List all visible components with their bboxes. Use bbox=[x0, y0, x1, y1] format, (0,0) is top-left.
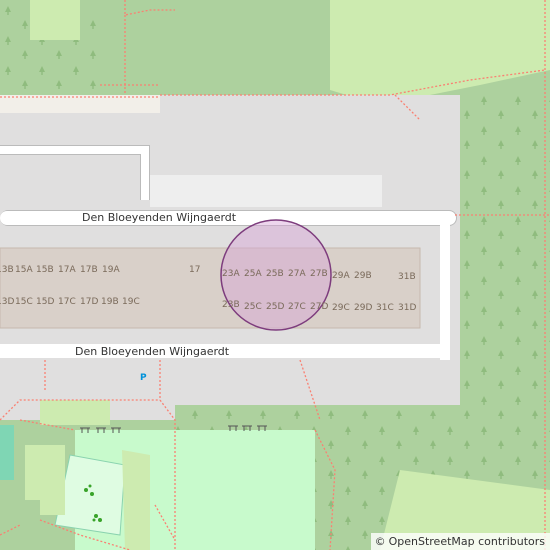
road-label-top: Den Bloeyenden Wijngaerdt bbox=[82, 211, 237, 224]
house-number: 15B bbox=[36, 265, 54, 275]
house-number: 13D bbox=[0, 297, 15, 307]
map-view[interactable]: Den Bloeyenden Wijngaerdt Den Bloeyenden… bbox=[0, 0, 550, 550]
copyright-symbol: © bbox=[374, 535, 386, 548]
house-number: 17C bbox=[58, 297, 76, 307]
parking-icon: P bbox=[140, 373, 147, 383]
house-number: 17B bbox=[80, 265, 98, 275]
residential-area-2 bbox=[0, 95, 160, 113]
grass-area-northwest bbox=[30, 0, 80, 40]
house-number: 15A bbox=[15, 265, 33, 275]
attribution-link[interactable]: OpenStreetMap contributors bbox=[389, 533, 545, 550]
house-number: 25A bbox=[244, 269, 262, 279]
house-number: 17A bbox=[58, 265, 76, 275]
house-number: 15C bbox=[15, 297, 33, 307]
house-number: 23A bbox=[222, 269, 240, 279]
house-number: 31C bbox=[376, 303, 394, 313]
building-block bbox=[0, 247, 421, 329]
house-number: 17 bbox=[189, 265, 201, 275]
house-number: 29D bbox=[354, 303, 373, 313]
house-number: 29A bbox=[332, 271, 350, 281]
house-number: 25B bbox=[266, 269, 284, 279]
road-label-bottom: Den Bloeyenden Wijngaerdt bbox=[75, 345, 230, 358]
house-number: 27B bbox=[310, 269, 328, 279]
house-number: 15D bbox=[36, 297, 55, 307]
parking-strip bbox=[150, 175, 382, 207]
house-number: 27D bbox=[310, 302, 329, 312]
house-number: 31B bbox=[398, 272, 416, 282]
grass-patch-top bbox=[40, 400, 110, 425]
house-number: 25C bbox=[244, 302, 262, 312]
road-den-bloeyenden-east bbox=[440, 220, 450, 360]
house-number: 23B bbox=[222, 300, 240, 310]
house-number: 19B bbox=[101, 297, 119, 307]
house-number: 27A bbox=[288, 269, 306, 279]
house-number: 31D bbox=[398, 303, 417, 313]
grass-bottom-left bbox=[0, 500, 40, 550]
house-number: 19A bbox=[102, 265, 120, 275]
house-number: 19C bbox=[122, 297, 140, 307]
house-number: 29B bbox=[354, 271, 372, 281]
house-number: 13B bbox=[0, 265, 14, 275]
house-number: 25D bbox=[266, 302, 285, 312]
house-number: 17D bbox=[80, 297, 99, 307]
attribution-bar: © OpenStreetMap contributors bbox=[370, 533, 550, 550]
house-number: 27C bbox=[288, 302, 306, 312]
water-strip bbox=[0, 425, 14, 480]
house-number: 29C bbox=[332, 303, 350, 313]
grass-strip bbox=[122, 450, 150, 550]
